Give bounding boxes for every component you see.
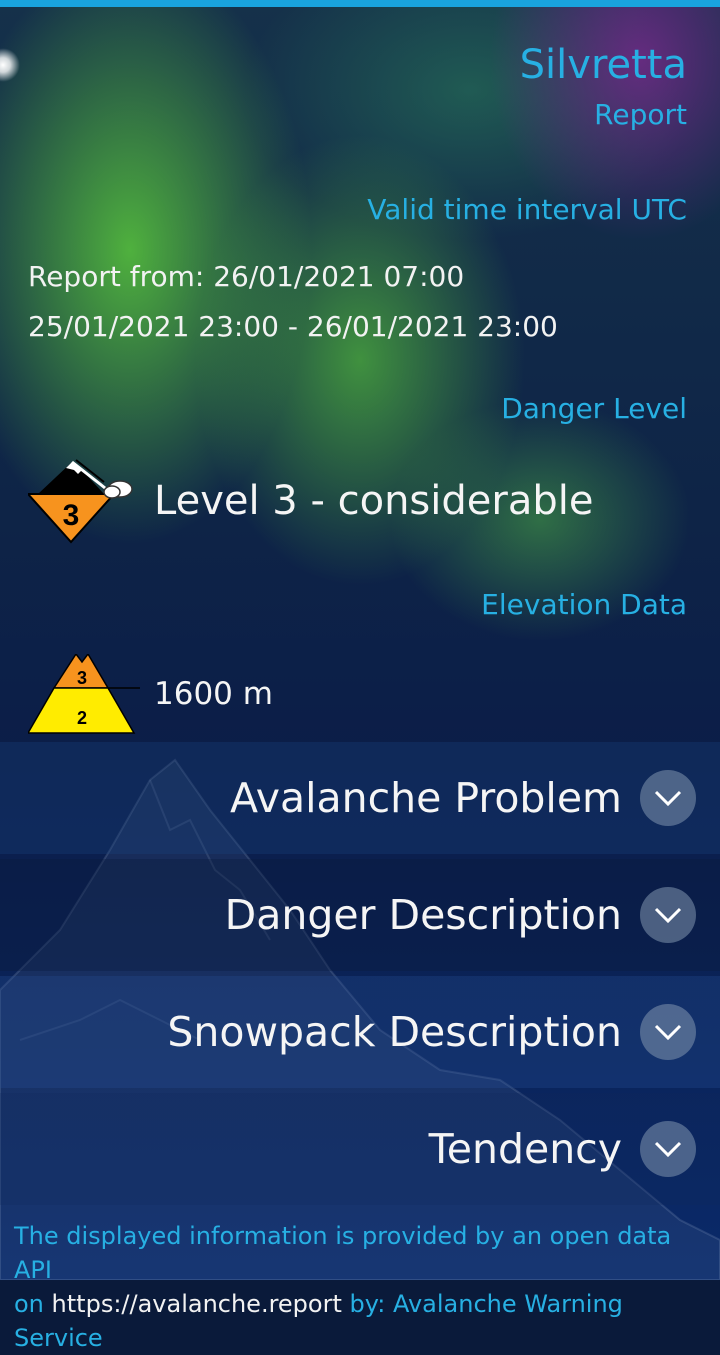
region-title: Silvretta [519, 42, 687, 88]
footer-text: The displayed information is provided by… [14, 1222, 672, 1284]
elevation-text: 1600 m [154, 676, 273, 712]
elevation-data-heading: Elevation Data [481, 588, 687, 621]
top-accent-bar [0, 0, 720, 7]
section-label: Avalanche Problem [230, 774, 622, 822]
page-subtitle: Report [594, 98, 687, 131]
section-tendency[interactable]: Tendency [0, 1093, 720, 1205]
lower-level-number: 2 [77, 708, 87, 728]
section-danger-description[interactable]: Danger Description [0, 859, 720, 971]
elevation-mountain-icon: 3 2 [28, 654, 140, 734]
data-source-footer: The displayed information is provided by… [14, 1219, 714, 1355]
danger-level-heading: Danger Level [501, 392, 687, 425]
source-link[interactable]: https://avalanche.report [52, 1290, 342, 1318]
report-from-text: Report from: 26/01/2021 07:00 [28, 260, 465, 293]
section-snowpack-description[interactable]: Snowpack Description [0, 976, 720, 1088]
footer-text-on: on [14, 1290, 44, 1318]
section-avalanche-problem[interactable]: Avalanche Problem [0, 742, 720, 854]
section-label: Danger Description [224, 891, 622, 939]
chevron-down-icon[interactable] [640, 770, 696, 826]
upper-level-number: 3 [77, 668, 87, 688]
chevron-down-icon[interactable] [640, 1004, 696, 1060]
danger-icon-number: 3 [63, 499, 80, 532]
danger-level-text: Level 3 - considerable [154, 478, 594, 524]
section-label: Snowpack Description [167, 1008, 622, 1056]
danger-level-3-icon: 3 [28, 459, 133, 544]
valid-interval-heading: Valid time interval UTC [367, 193, 687, 226]
chevron-down-icon[interactable] [640, 1121, 696, 1177]
section-label: Tendency [428, 1125, 622, 1173]
chevron-down-icon[interactable] [640, 887, 696, 943]
valid-interval-text: 25/01/2021 23:00 - 26/01/2021 23:00 [28, 310, 558, 343]
